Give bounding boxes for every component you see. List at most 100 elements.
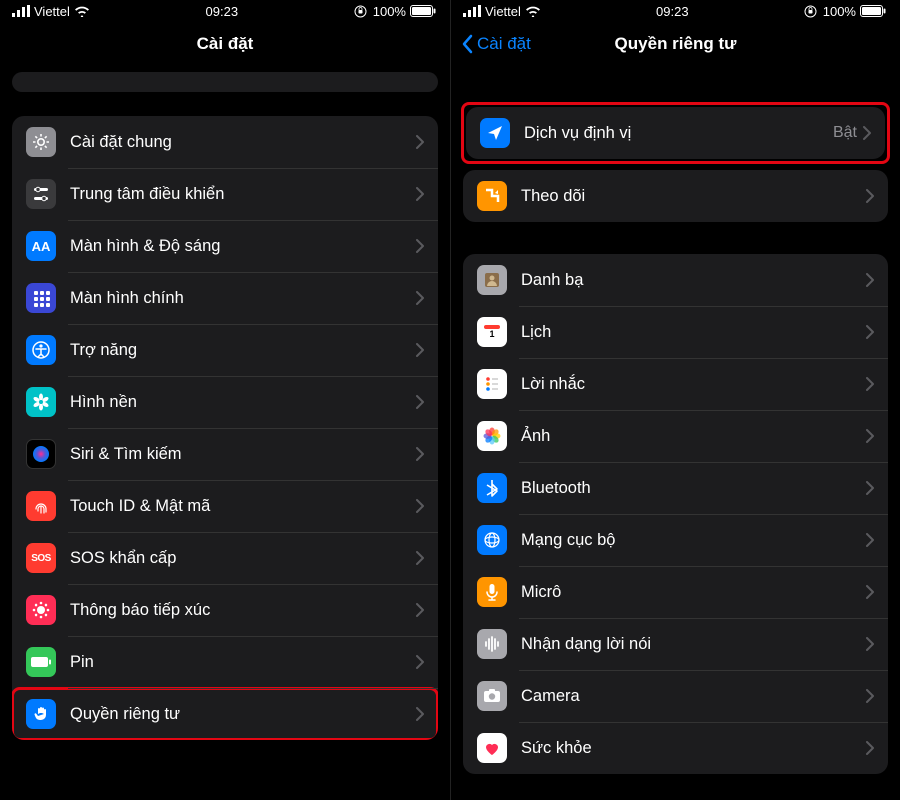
chevron-right-icon bbox=[866, 325, 874, 339]
settings-row-reminders[interactable]: Lời nhắc bbox=[463, 358, 888, 410]
bluetooth-icon bbox=[477, 473, 507, 503]
settings-row-health[interactable]: Sức khỏe bbox=[463, 722, 888, 774]
chevron-right-icon bbox=[416, 343, 424, 357]
sliders-icon bbox=[26, 179, 56, 209]
camera-icon bbox=[477, 681, 507, 711]
settings-row-siri[interactable]: Siri & Tìm kiếm bbox=[12, 428, 438, 480]
chevron-right-icon bbox=[416, 395, 424, 409]
covid-icon bbox=[26, 595, 56, 625]
nav-bar: Cài đặt bbox=[0, 22, 450, 66]
chevron-right-icon bbox=[866, 637, 874, 651]
siri-icon bbox=[26, 439, 56, 469]
mic-icon bbox=[477, 577, 507, 607]
privacy-group-1b: Theo dõi bbox=[463, 170, 888, 222]
row-label: Trợ năng bbox=[70, 341, 416, 360]
row-label: Touch ID & Mật mã bbox=[70, 497, 416, 516]
row-label: Hình nền bbox=[70, 393, 416, 412]
location-icon bbox=[480, 118, 510, 148]
privacy-group-2: Danh bạ 1 Lịch Lời nhắc Ảnh Bluetooth Mạng cục… bbox=[463, 254, 888, 774]
grid-icon bbox=[26, 283, 56, 313]
settings-row-aa[interactable]: AAMàn hình & Độ sáng bbox=[12, 220, 438, 272]
row-label: Mạng cục bộ bbox=[521, 531, 866, 550]
page-title: Quyền riêng tư bbox=[615, 34, 737, 54]
settings-row-photos[interactable]: Ảnh bbox=[463, 410, 888, 462]
network-icon bbox=[477, 525, 507, 555]
chevron-right-icon bbox=[416, 239, 424, 253]
settings-row-covid[interactable]: Thông báo tiếp xúc bbox=[12, 584, 438, 636]
settings-row-grid[interactable]: Màn hình chính bbox=[12, 272, 438, 324]
phone-left: Viettel 09:23 100% Cài đặt Cài đặt chung… bbox=[0, 0, 450, 800]
row-label: Pin bbox=[70, 653, 416, 672]
chevron-right-icon bbox=[866, 273, 874, 287]
status-bar: Viettel 09:23 100% bbox=[0, 0, 450, 22]
settings-row-tracking[interactable]: Theo dõi bbox=[463, 170, 888, 222]
carrier-label: Viettel bbox=[34, 4, 70, 19]
settings-group: Cài đặt chungTrung tâm điều khiểnAAMàn h… bbox=[12, 116, 438, 740]
settings-row-touchid[interactable]: Touch ID & Mật mã bbox=[12, 480, 438, 532]
hand-icon bbox=[26, 699, 56, 729]
row-label: Sức khỏe bbox=[521, 739, 866, 758]
chevron-right-icon bbox=[416, 655, 424, 669]
settings-row-mic[interactable]: Micrô bbox=[463, 566, 888, 618]
touchid-icon bbox=[26, 491, 56, 521]
row-label: Bluetooth bbox=[521, 479, 866, 498]
chevron-left-icon bbox=[461, 34, 473, 54]
chevron-right-icon bbox=[416, 291, 424, 305]
chevron-right-icon bbox=[866, 377, 874, 391]
row-label: SOS khẩn cấp bbox=[70, 549, 416, 568]
page-title: Cài đặt bbox=[197, 34, 254, 54]
settings-row-sliders[interactable]: Trung tâm điều khiển bbox=[12, 168, 438, 220]
settings-row-flower[interactable]: Hình nền bbox=[12, 376, 438, 428]
gear-icon bbox=[26, 127, 56, 157]
row-label: Lịch bbox=[521, 323, 866, 342]
chevron-right-icon bbox=[416, 603, 424, 617]
settings-row-network[interactable]: Mạng cục bộ bbox=[463, 514, 888, 566]
chevron-right-icon bbox=[416, 135, 424, 149]
rotation-lock-icon bbox=[804, 5, 817, 18]
row-label: Dịch vụ định vị bbox=[524, 124, 833, 143]
settings-row-contacts[interactable]: Danh bạ bbox=[463, 254, 888, 306]
row-label: Nhận dạng lời nói bbox=[521, 635, 866, 654]
settings-row-sos[interactable]: SOSSOS khẩn cấp bbox=[12, 532, 438, 584]
settings-row-access[interactable]: Trợ năng bbox=[12, 324, 438, 376]
row-label: Danh bạ bbox=[521, 271, 866, 290]
row-label: Màn hình chính bbox=[70, 289, 416, 308]
row-label: Lời nhắc bbox=[521, 375, 866, 394]
row-label: Ảnh bbox=[521, 427, 866, 446]
chevron-right-icon bbox=[866, 585, 874, 599]
tracking-icon bbox=[477, 181, 507, 211]
settings-row-bluetooth[interactable]: Bluetooth bbox=[463, 462, 888, 514]
settings-row-calendar[interactable]: 1 Lịch bbox=[463, 306, 888, 358]
battery-percent: 100% bbox=[823, 4, 856, 19]
svg-text:1: 1 bbox=[489, 329, 494, 339]
privacy-group-1: Dịch vụ định vịBật bbox=[466, 107, 885, 159]
row-label: Camera bbox=[521, 687, 866, 706]
signal-icon bbox=[463, 5, 481, 17]
chevron-right-icon bbox=[866, 481, 874, 495]
row-label: Theo dõi bbox=[521, 187, 866, 206]
row-value: Bật bbox=[833, 124, 857, 142]
phone-right: Viettel 09:23 100% Cài đặt Quyền riêng t… bbox=[450, 0, 900, 800]
account-card-stub[interactable] bbox=[12, 72, 438, 92]
aa-icon: AA bbox=[26, 231, 56, 261]
settings-row-camera[interactable]: Camera bbox=[463, 670, 888, 722]
settings-row-location[interactable]: Dịch vụ định vịBật bbox=[466, 107, 885, 159]
row-label: Siri & Tìm kiếm bbox=[70, 445, 416, 464]
back-button[interactable]: Cài đặt bbox=[461, 34, 531, 54]
clock: 09:23 bbox=[656, 4, 689, 19]
photos-icon bbox=[477, 421, 507, 451]
status-bar: Viettel 09:23 100% bbox=[451, 0, 900, 22]
chevron-right-icon bbox=[866, 533, 874, 547]
access-icon bbox=[26, 335, 56, 365]
settings-row-battery[interactable]: Pin bbox=[12, 636, 438, 688]
row-label: Micrô bbox=[521, 583, 866, 602]
settings-row-speech[interactable]: Nhận dạng lời nói bbox=[463, 618, 888, 670]
wifi-icon bbox=[74, 5, 90, 17]
chevron-right-icon bbox=[866, 689, 874, 703]
contacts-icon bbox=[477, 265, 507, 295]
battery-percent: 100% bbox=[373, 4, 406, 19]
settings-row-gear[interactable]: Cài đặt chung bbox=[12, 116, 438, 168]
chevron-right-icon bbox=[416, 447, 424, 461]
health-icon bbox=[477, 733, 507, 763]
settings-row-hand[interactable]: Quyền riêng tư bbox=[12, 688, 438, 740]
